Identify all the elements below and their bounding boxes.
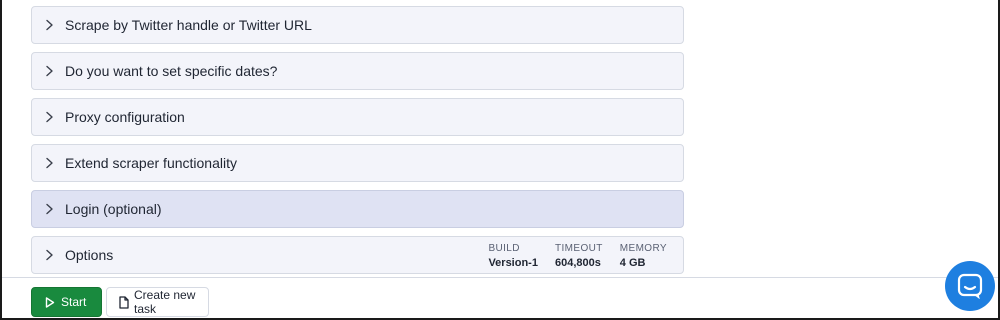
start-button[interactable]: Start — [31, 287, 102, 317]
create-new-task-button[interactable]: Create new task — [106, 287, 209, 317]
section-label: Do you want to set specific dates? — [65, 63, 278, 79]
section-proxy-configuration[interactable]: Proxy configuration — [31, 98, 684, 136]
section-login[interactable]: Login (optional) — [31, 190, 684, 228]
build-value: Version-1 — [488, 257, 538, 269]
chat-launcher-button[interactable] — [945, 261, 995, 311]
memory-label: MEMORY — [619, 243, 667, 254]
memory-value: 4 GB — [619, 257, 646, 269]
section-label: Scrape by Twitter handle or Twitter URL — [65, 17, 312, 33]
build-info: BUILD Version-1 — [488, 242, 538, 271]
footer-divider — [2, 277, 998, 278]
memory-info: MEMORY 4 GB — [620, 242, 667, 271]
section-label: Login (optional) — [65, 201, 162, 217]
chat-bubble-icon — [957, 273, 983, 299]
play-icon — [45, 296, 55, 308]
section-options[interactable]: Options BUILD Version-1 TIMEOUT 604,800s… — [31, 236, 684, 274]
create-new-task-label: Create new task — [134, 288, 196, 316]
section-label: Proxy configuration — [65, 109, 185, 125]
section-extend-functionality[interactable]: Extend scraper functionality — [31, 144, 684, 182]
document-icon — [119, 295, 129, 309]
build-label: BUILD — [488, 243, 520, 254]
section-specific-dates[interactable]: Do you want to set specific dates? — [31, 52, 684, 90]
section-label: Options — [65, 247, 114, 263]
timeout-value: 604,800s — [554, 257, 601, 269]
chevron-right-icon — [42, 64, 56, 78]
timeout-label: TIMEOUT — [554, 243, 603, 254]
chevron-right-icon — [42, 248, 56, 262]
chevron-right-icon — [42, 18, 56, 32]
chevron-right-icon — [42, 202, 56, 216]
chevron-right-icon — [42, 156, 56, 170]
section-label: Extend scraper functionality — [65, 155, 237, 171]
section-scrape-by-handle[interactable]: Scrape by Twitter handle or Twitter URL — [31, 6, 684, 44]
chevron-right-icon — [42, 110, 56, 124]
action-footer: Start Create new task — [31, 287, 209, 317]
options-meta: BUILD Version-1 TIMEOUT 604,800s MEMORY … — [488, 242, 683, 271]
input-sections: Scrape by Twitter handle or Twitter URL … — [31, 6, 684, 282]
start-button-label: Start — [61, 295, 87, 309]
timeout-info: TIMEOUT 604,800s — [555, 242, 603, 271]
